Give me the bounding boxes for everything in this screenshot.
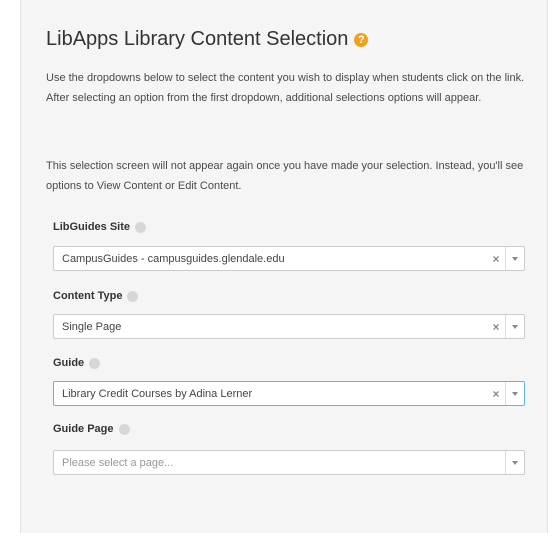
instructions-paragraph-1: Use the dropdowns below to select the co… <box>46 72 525 104</box>
content-type-select[interactable]: Single Page × <box>53 314 525 339</box>
dropdown-toggle[interactable] <box>505 382 524 405</box>
info-circle-icon[interactable] <box>89 357 101 369</box>
content-type-value: Single Page <box>62 320 122 333</box>
guide-page-label-text: Guide Page <box>53 423 114 435</box>
dropdown-toggle[interactable] <box>505 247 524 270</box>
page-title-text: LibApps Library Content Selection <box>46 28 349 50</box>
clear-icon[interactable]: × <box>487 252 505 266</box>
libguides-site-label-text: LibGuides Site <box>53 221 131 233</box>
clear-icon[interactable]: × <box>487 320 505 334</box>
instructions-paragraph-2: This selection screen will not appear ag… <box>46 160 524 192</box>
info-circle-icon[interactable] <box>135 221 147 233</box>
libguides-site-select[interactable]: CampusGuides - campusguides.glendale.edu… <box>53 246 525 271</box>
info-circle-icon[interactable] <box>127 290 139 302</box>
clear-icon[interactable]: × <box>487 387 505 401</box>
page-title: LibApps Library Content Selection ? <box>46 28 369 51</box>
chevron-down-icon <box>512 391 518 396</box>
chevron-down-icon <box>512 460 518 465</box>
guide-label: Guide <box>53 357 101 369</box>
content-type-label-text: Content Type <box>53 290 123 302</box>
guide-page-label: Guide Page <box>53 423 130 435</box>
content-selection-panel: LibApps Library Content Selection ? Use … <box>20 0 548 533</box>
info-circle-icon[interactable] <box>118 423 130 435</box>
chevron-down-icon <box>512 324 518 329</box>
guide-select[interactable]: Library Credit Courses by Adina Lerner × <box>53 381 525 406</box>
content-type-label: Content Type <box>53 290 139 302</box>
guide-page-select[interactable]: Please select a page... <box>53 450 525 475</box>
guide-label-text: Guide <box>53 357 85 369</box>
guide-page-placeholder: Please select a page... <box>62 456 174 469</box>
dropdown-toggle[interactable] <box>505 451 524 474</box>
question-circle-icon[interactable]: ? <box>354 32 369 47</box>
libguides-site-label: LibGuides Site <box>53 221 147 233</box>
guide-value: Library Credit Courses by Adina Lerner <box>62 387 253 400</box>
libguides-site-value: CampusGuides - campusguides.glendale.edu <box>62 252 285 265</box>
dropdown-toggle[interactable] <box>505 315 524 338</box>
chevron-down-icon <box>512 256 518 261</box>
